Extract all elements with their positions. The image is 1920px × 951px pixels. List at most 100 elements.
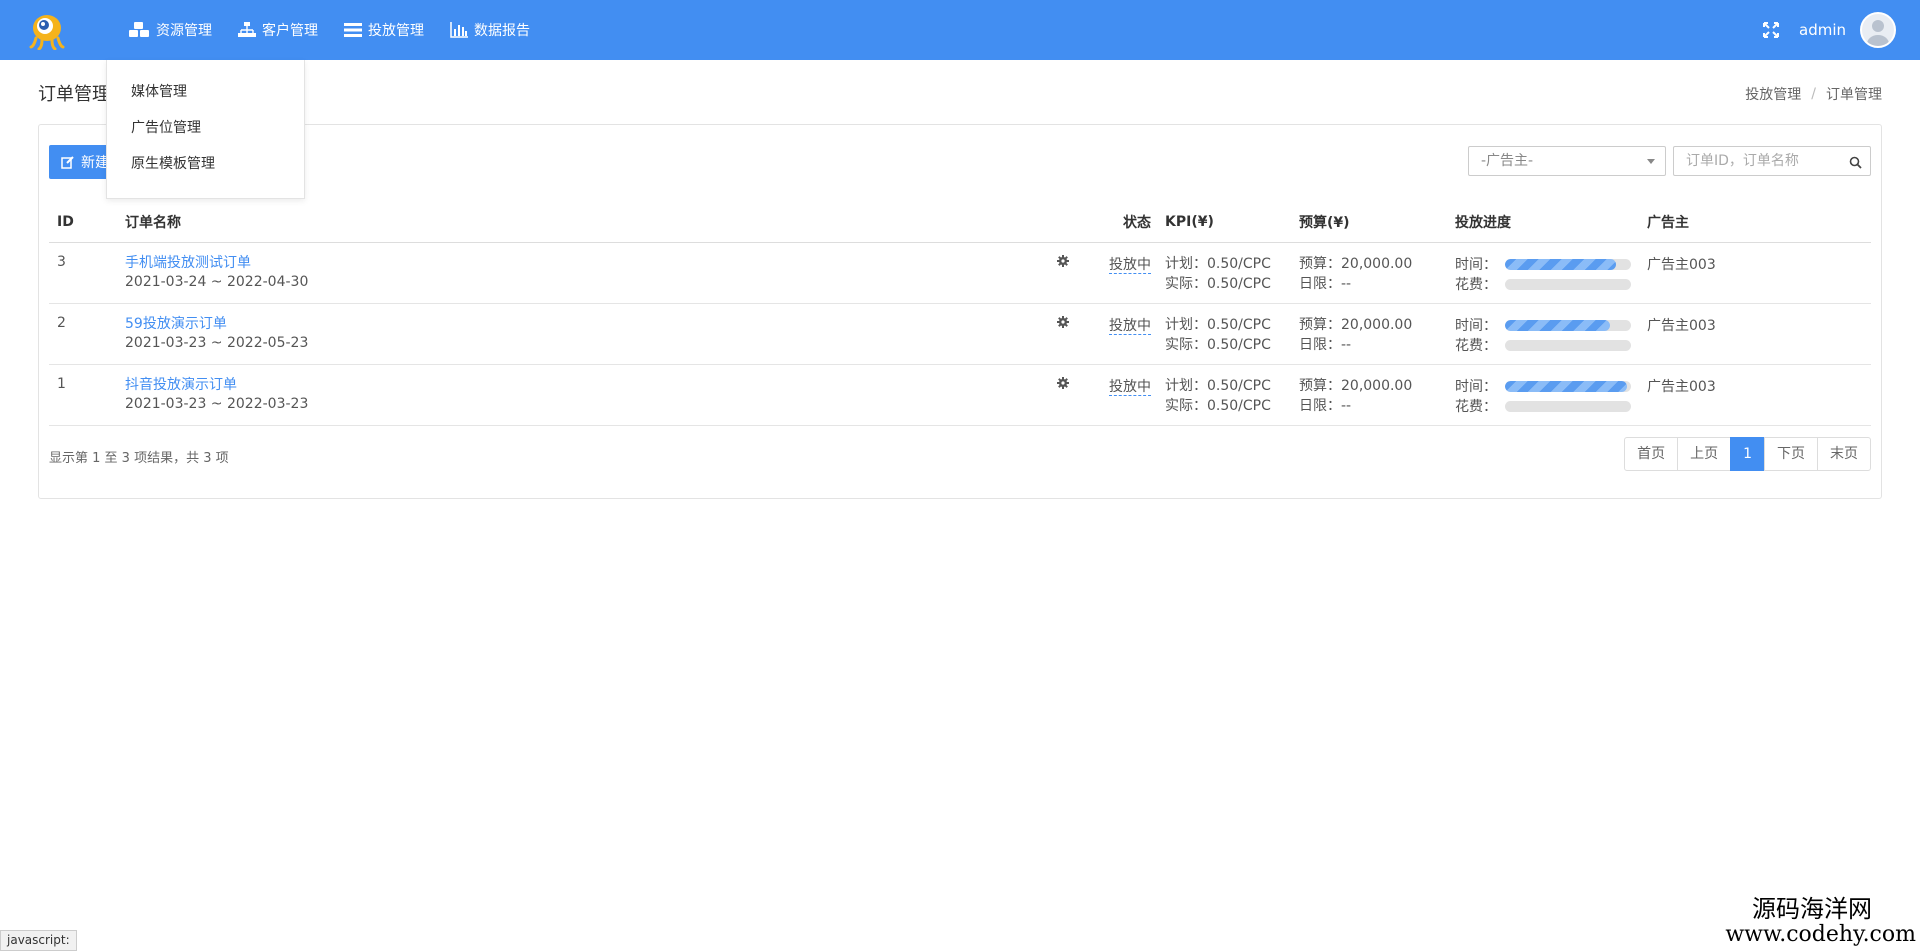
status-cell: 投放中 xyxy=(1079,254,1159,274)
kpi-actual: 实际：0.50/CPC xyxy=(1165,396,1299,416)
kpi-actual-label: 实际： xyxy=(1165,398,1207,414)
table-row: 3 手机端投放测试订单 2021-03-24 ~ 2022-04-30 投放中 … xyxy=(49,243,1871,304)
menu-item-ad-slots[interactable]: 广告位管理 xyxy=(107,110,304,146)
search-input[interactable] xyxy=(1674,147,1870,175)
time-progress-label: 时间： xyxy=(1455,379,1497,395)
pager-current-page[interactable]: 1 xyxy=(1730,437,1765,471)
order-name-link[interactable]: 手机端投放测试订单 xyxy=(125,254,1057,272)
kpi-plan: 计划：0.50/CPC xyxy=(1165,315,1299,335)
gear-icon xyxy=(1057,316,1069,328)
resources-dropdown-menu: 媒体管理 广告位管理 原生模板管理 xyxy=(106,60,305,199)
advertiser-cell: 广告主003 xyxy=(1647,257,1716,273)
row-settings[interactable] xyxy=(1057,376,1079,393)
orders-panel: 新建 -广告主- ID 订单名称 状态 KPI(¥) 预算(¥) 投放进度 广告… xyxy=(38,124,1882,499)
pager-last-button[interactable]: 末页 xyxy=(1817,437,1871,471)
cost-progress-label: 花费： xyxy=(1455,399,1497,415)
nav-item-reports[interactable]: 数据报告 xyxy=(446,0,552,60)
search-icon[interactable] xyxy=(1849,156,1862,169)
column-header-kpi: KPI(¥) xyxy=(1165,213,1214,230)
main-nav: 资源管理 客户管理 投放管理 数据报告 xyxy=(124,0,552,60)
budget-daily: 日限：-- xyxy=(1299,396,1455,416)
chevron-down-icon xyxy=(1647,159,1655,164)
status-badge[interactable]: 投放中 xyxy=(1109,318,1151,335)
kpi-plan-label: 计划： xyxy=(1165,317,1207,333)
order-name-cell: 59投放演示订单 2021-03-23 ~ 2022-05-23 xyxy=(125,315,1057,353)
budget-total-value: 20,000.00 xyxy=(1341,317,1413,333)
progress-cell: 时间： 花费： xyxy=(1455,254,1647,294)
pager-next-button[interactable]: 下页 xyxy=(1764,437,1818,471)
column-header-budget: 预算(¥) xyxy=(1299,214,1350,231)
nav-item-label: 数据报告 xyxy=(474,23,530,39)
nav-item-label: 资源管理 xyxy=(156,23,212,39)
edit-icon xyxy=(61,156,74,169)
user-icon xyxy=(1867,20,1889,46)
avatar[interactable] xyxy=(1860,12,1896,48)
time-progress: 时间： xyxy=(1455,376,1647,396)
budget-total: 预算：20,000.00 xyxy=(1299,376,1455,396)
pagination: 首页 上页 1 下页 末页 xyxy=(1624,437,1871,471)
page-title: 订单管理 xyxy=(38,84,110,105)
advertiser-cell: 广告主003 xyxy=(1647,318,1716,334)
orders-table: ID 订单名称 状态 KPI(¥) 预算(¥) 投放进度 广告主 3 手机端投放… xyxy=(49,201,1871,426)
budget-daily-label: 日限： xyxy=(1299,398,1341,414)
order-name-link[interactable]: 抖音投放演示订单 xyxy=(125,376,1057,394)
order-name-link[interactable]: 59投放演示订单 xyxy=(125,315,1057,333)
budget-daily-label: 日限： xyxy=(1299,337,1341,353)
column-header-advertiser: 广告主 xyxy=(1647,214,1689,231)
row-settings[interactable] xyxy=(1057,315,1079,332)
order-date-range: 2021-03-24 ~ 2022-04-30 xyxy=(125,274,309,290)
progress-cell: 时间： 花费： xyxy=(1455,315,1647,355)
order-name-cell: 抖音投放演示订单 2021-03-23 ~ 2022-03-23 xyxy=(125,376,1057,414)
sitemap-icon xyxy=(238,22,256,37)
time-progress-label: 时间： xyxy=(1455,257,1497,273)
column-header-progress: 投放进度 xyxy=(1455,214,1511,231)
kpi-plan-label: 计划： xyxy=(1165,378,1207,394)
budget-daily: 日限：-- xyxy=(1299,335,1455,355)
fullscreen-icon[interactable] xyxy=(1763,22,1779,38)
order-id: 1 xyxy=(57,376,66,392)
watermark-line1: 源码海洋网 xyxy=(1752,895,1872,923)
menu-item-native-templates[interactable]: 原生模板管理 xyxy=(107,146,304,182)
table-header: ID 订单名称 状态 KPI(¥) 预算(¥) 投放进度 广告主 xyxy=(49,201,1871,243)
table-row: 1 抖音投放演示订单 2021-03-23 ~ 2022-03-23 投放中 计… xyxy=(49,365,1871,426)
time-progress: 时间： xyxy=(1455,315,1647,335)
progress-cell: 时间： 花费： xyxy=(1455,376,1647,416)
column-header-id[interactable]: ID xyxy=(49,214,125,230)
browser-status-bar: javascript: xyxy=(0,930,77,951)
gear-icon xyxy=(1057,377,1069,389)
status-badge[interactable]: 投放中 xyxy=(1109,379,1151,396)
order-name-cell: 手机端投放测试订单 2021-03-24 ~ 2022-04-30 xyxy=(125,254,1057,292)
cost-progress-bar xyxy=(1505,400,1631,412)
breadcrumb-item-current: 订单管理 xyxy=(1826,87,1882,103)
menu-item-media[interactable]: 媒体管理 xyxy=(107,74,304,110)
nav-item-customers[interactable]: 客户管理 xyxy=(234,0,340,60)
kpi-plan-value: 0.50/CPC xyxy=(1207,317,1271,333)
watermark-line2: www.codehy.com xyxy=(1725,922,1916,947)
gear-icon xyxy=(1057,255,1069,267)
budget-daily-label: 日限： xyxy=(1299,276,1341,292)
row-settings[interactable] xyxy=(1057,254,1079,271)
username[interactable]: admin xyxy=(1799,21,1846,39)
pager-prev-button[interactable]: 上页 xyxy=(1677,437,1732,471)
budget-daily-value: -- xyxy=(1341,398,1352,414)
breadcrumb-item-delivery[interactable]: 投放管理 xyxy=(1745,84,1801,104)
budget-cell: 预算：20,000.00 日限：-- xyxy=(1299,254,1455,294)
kpi-actual-label: 实际： xyxy=(1165,337,1207,353)
kpi-actual: 实际：0.50/CPC xyxy=(1165,335,1299,355)
logo-icon[interactable] xyxy=(28,12,66,51)
breadcrumb: 投放管理 / 订单管理 xyxy=(1745,84,1882,104)
advertiser-select[interactable]: -广告主- xyxy=(1468,146,1666,176)
cost-progress-label: 花费： xyxy=(1455,277,1497,293)
breadcrumb-separator: / xyxy=(1811,86,1816,102)
kpi-actual: 实际：0.50/CPC xyxy=(1165,274,1299,294)
advertiser-cell: 广告主003 xyxy=(1647,379,1716,395)
new-button-label: 新建 xyxy=(81,155,109,171)
nav-item-resources[interactable]: 资源管理 xyxy=(124,0,234,60)
kpi-cell: 计划：0.50/CPC 实际：0.50/CPC xyxy=(1159,315,1299,355)
kpi-plan-label: 计划： xyxy=(1165,256,1207,272)
status-badge[interactable]: 投放中 xyxy=(1109,257,1151,274)
cost-progress: 花费： xyxy=(1455,335,1647,355)
pager-first-button[interactable]: 首页 xyxy=(1624,437,1679,471)
nav-item-delivery[interactable]: 投放管理 xyxy=(340,0,446,60)
top-navbar: 资源管理 客户管理 投放管理 数据报告 admin xyxy=(0,0,1920,60)
